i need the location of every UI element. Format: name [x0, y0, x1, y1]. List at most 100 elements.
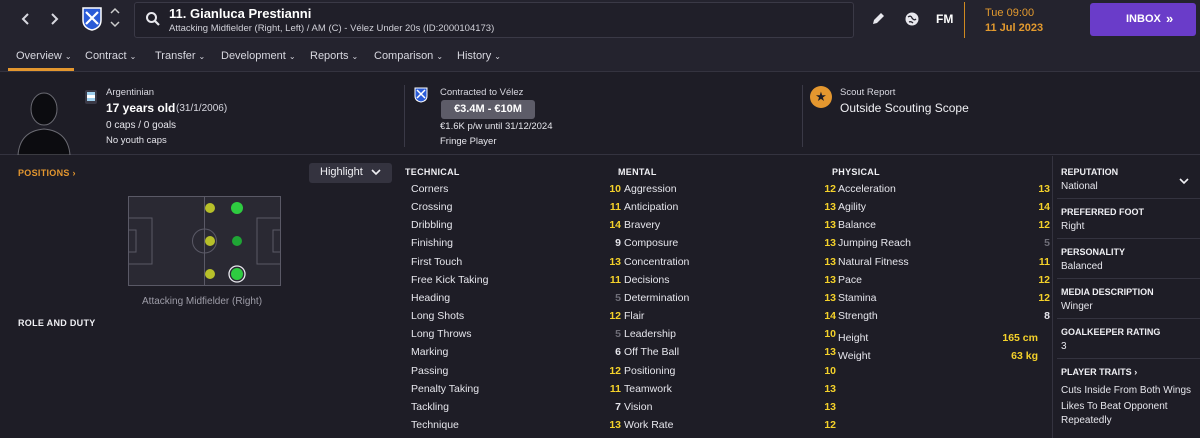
attribute-row[interactable]: Marking 6 — [411, 344, 621, 362]
attribute-row[interactable]: Stamina 12 — [838, 290, 1050, 308]
attribute-row[interactable]: Composure 13 — [624, 235, 836, 253]
highlight-dropdown[interactable]: Highlight — [309, 163, 392, 183]
attribute-row[interactable]: Heading 5 — [411, 290, 621, 308]
top-bar: 11. Gianluca Prestianni Attacking Midfie… — [0, 0, 1200, 40]
role-duty-heading[interactable]: ROLE AND DUTY — [18, 318, 96, 328]
tab-overview[interactable]: Overview ⌄ — [16, 50, 72, 62]
attribute-row[interactable]: Aggression 12 — [624, 181, 836, 199]
inbox-button[interactable]: INBOX » — [1090, 3, 1196, 36]
attribute-value: 12 — [1038, 219, 1050, 232]
double-chevron-right-icon: » — [1166, 11, 1174, 26]
tab-reports[interactable]: Reports ⌄ — [310, 50, 358, 62]
search-icon[interactable] — [145, 11, 161, 27]
attribute-name: Balance — [838, 219, 876, 232]
transfer-value-badge[interactable]: €3.4M - €10M — [441, 100, 535, 119]
attribute-name: Crossing — [411, 201, 453, 214]
attribute-value: 13 — [824, 273, 836, 286]
attribute-row[interactable]: Balance 12 — [838, 217, 1050, 235]
attribute-name: Free Kick Taking — [411, 273, 489, 286]
edit-pencil-icon[interactable] — [870, 11, 886, 27]
weight-value: 63 kg — [1011, 350, 1038, 362]
attribute-row[interactable]: Natural Fitness 11 — [838, 254, 1050, 272]
attribute-row[interactable]: Dribbling 14 — [411, 217, 621, 235]
attribute-row[interactable]: Vision 13 — [624, 399, 836, 417]
attribute-row[interactable]: Long Throws 5 — [411, 326, 621, 344]
divider — [1057, 278, 1200, 279]
date-full: 11 Jul 2023 — [985, 22, 1044, 34]
attribute-name: Dribbling — [411, 219, 453, 232]
attribute-value: 13 — [824, 291, 836, 304]
attribute-row[interactable]: Off The Ball 13 — [624, 344, 836, 362]
tab-history[interactable]: History ⌄ — [457, 50, 501, 62]
club-badge-icon[interactable] — [82, 7, 102, 31]
player-traits-heading[interactable]: PLAYER TRAITS › — [1061, 367, 1137, 377]
height-label: Height — [838, 332, 869, 344]
fm-logo[interactable]: FM — [936, 12, 953, 26]
tab-contract[interactable]: Contract ⌄ — [85, 50, 136, 62]
attribute-row[interactable]: Teamwork 13 — [624, 381, 836, 399]
tab-comparison[interactable]: Comparison ⌄ — [374, 50, 443, 62]
attribute-name: Pace — [838, 273, 862, 286]
attribute-row[interactable]: Crossing 11 — [411, 199, 621, 217]
tab-development[interactable]: Development ⌄ — [221, 50, 296, 62]
attribute-row[interactable]: Agility 14 — [838, 199, 1050, 217]
technical-heading: TECHNICAL — [405, 167, 460, 177]
attribute-name: Technique — [411, 418, 459, 431]
contract-club-badge-icon[interactable] — [414, 87, 428, 103]
tab-transfer[interactable]: Transfer ⌄ — [155, 50, 205, 62]
attribute-row[interactable]: Leadership 10 — [624, 326, 836, 344]
attribute-row[interactable]: Pace 12 — [838, 272, 1050, 290]
nationality: Argentinian — [106, 87, 155, 98]
attribute-value: 13 — [824, 346, 836, 359]
divider — [1057, 198, 1200, 199]
date-display[interactable]: Tue 09:00 11 Jul 2023 — [964, 2, 1044, 38]
attribute-row[interactable]: Passing 12 — [411, 363, 621, 381]
international-caps: 0 caps / 0 goals — [106, 120, 177, 131]
attribute-row[interactable]: Finishing 9 — [411, 235, 621, 253]
attribute-row[interactable]: Positioning 10 — [624, 363, 836, 381]
chevron-down-icon[interactable] — [1179, 172, 1189, 190]
attribute-value: 10 — [609, 183, 621, 195]
attribute-row[interactable]: Long Shots 12 — [411, 308, 621, 326]
flag-icon[interactable] — [84, 89, 98, 105]
attribute-row[interactable]: Technique 13 — [411, 417, 621, 435]
forward-arrow-icon[interactable] — [42, 8, 66, 30]
preferred-foot-value: Right — [1061, 221, 1085, 232]
attribute-row[interactable]: Work Rate 12 — [624, 417, 836, 435]
height-value: 165 cm — [1002, 332, 1038, 344]
attribute-row[interactable]: Corners 10 — [411, 181, 621, 199]
attribute-value: 13 — [824, 255, 836, 268]
attribute-value: 6 — [615, 346, 621, 359]
attribute-row[interactable]: Determination 13 — [624, 290, 836, 308]
attribute-name: Long Shots — [411, 310, 465, 323]
attribute-name: Teamwork — [624, 382, 672, 395]
attribute-row[interactable]: Free Kick Taking 11 — [411, 272, 621, 290]
back-arrow-icon[interactable] — [14, 8, 38, 30]
attribute-row[interactable]: Acceleration 13 — [838, 181, 1050, 199]
player-search-box[interactable]: 11. Gianluca Prestianni Attacking Midfie… — [134, 2, 854, 38]
selected-position-label: Attacking Midfielder (Right) — [142, 296, 263, 307]
cycle-arrows-icon[interactable] — [108, 6, 122, 32]
scout-report-value[interactable]: Outside Scouting Scope — [840, 101, 969, 115]
attribute-row[interactable]: Bravery 13 — [624, 217, 836, 235]
attribute-row[interactable]: Tackling 7 — [411, 399, 621, 417]
highlight-label: Highlight — [320, 166, 363, 178]
globe-icon[interactable] — [904, 11, 920, 27]
attribute-value: 13 — [824, 400, 836, 413]
active-tab-indicator — [8, 68, 74, 71]
attribute-row[interactable]: Concentration 13 — [624, 254, 836, 272]
attribute-row[interactable]: Decisions 13 — [624, 272, 836, 290]
attribute-row[interactable]: Jumping Reach 5 — [838, 235, 1050, 253]
attribute-name: Natural Fitness — [838, 255, 909, 268]
attribute-name: Corners — [411, 183, 449, 195]
preferred-foot-heading: PREFERRED FOOT — [1061, 207, 1145, 217]
attribute-row[interactable]: Penalty Taking 11 — [411, 381, 621, 399]
attribute-row[interactable]: First Touch 13 — [411, 254, 621, 272]
attribute-row[interactable]: Anticipation 13 — [624, 199, 836, 217]
attribute-row[interactable]: Strength 8 — [838, 308, 1050, 326]
reputation-heading: REPUTATION — [1061, 167, 1119, 177]
attribute-value: 8 — [1044, 310, 1050, 323]
attribute-value: 5 — [1044, 237, 1050, 250]
positions-heading[interactable]: POSITIONS › — [18, 168, 76, 178]
attribute-row[interactable]: Flair 14 — [624, 308, 836, 326]
